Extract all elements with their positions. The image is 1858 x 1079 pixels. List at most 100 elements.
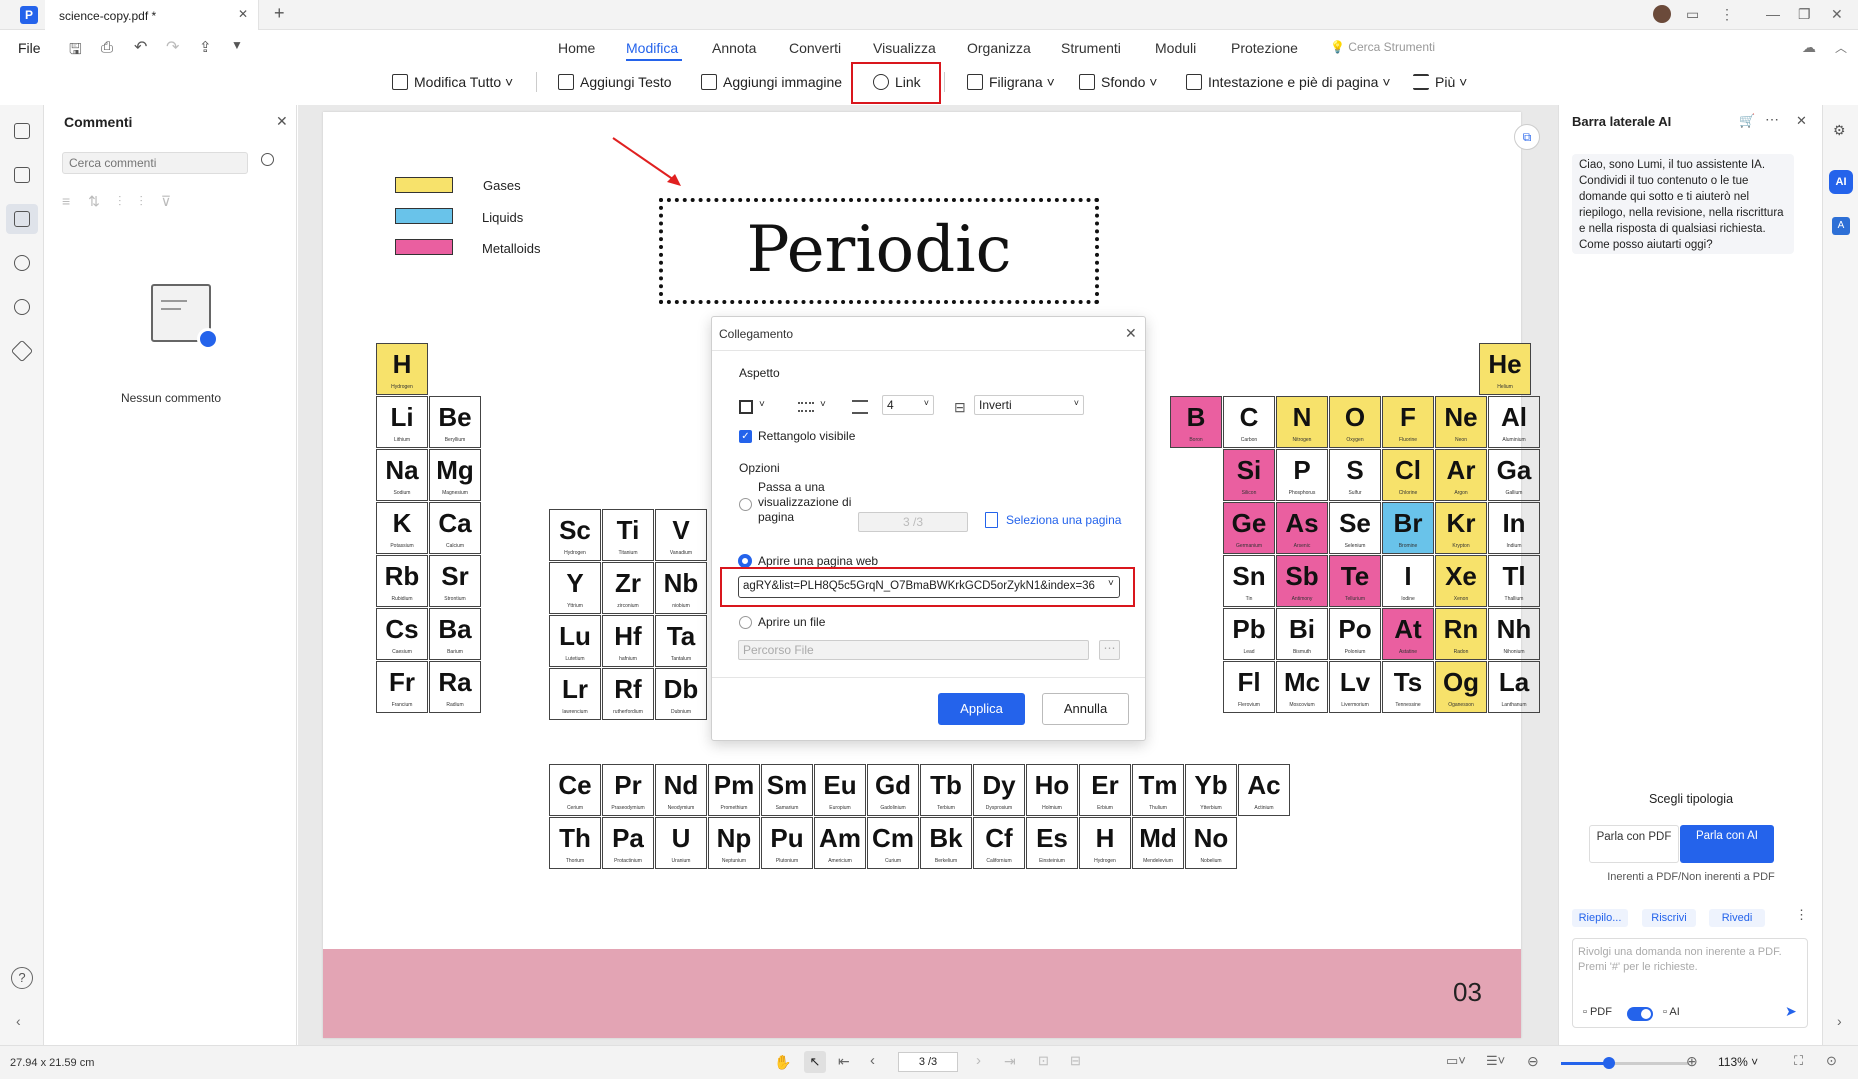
pdf-ai-toggle[interactable]: [1627, 1007, 1653, 1021]
zoom-out-icon[interactable]: ⊖: [1527, 1053, 1539, 1070]
prev-page-icon[interactable]: ‹: [870, 1052, 875, 1069]
cancel-button[interactable]: Annulla: [1042, 693, 1129, 725]
close-panel-icon[interactable]: ✕: [276, 113, 288, 130]
open-web-radio[interactable]: [738, 554, 752, 568]
select-page-link[interactable]: Seleziona una pagina: [1006, 513, 1121, 527]
close-tab-icon[interactable]: ✕: [238, 7, 248, 21]
print-icon[interactable]: ⎙: [101, 39, 113, 56]
tab-visualizza[interactable]: Visualizza: [873, 40, 936, 56]
comment-filter-icons[interactable]: ≡⇅⫶⫶⊽: [62, 193, 189, 210]
review-chip[interactable]: Rivedi: [1709, 909, 1765, 927]
restore-icon[interactable]: ❐: [1798, 6, 1811, 23]
search-icon[interactable]: [14, 299, 30, 315]
rewrite-chip[interactable]: Riscrivi: [1642, 909, 1696, 927]
line-style-picker[interactable]: ˅: [798, 399, 832, 417]
minimize-icon[interactable]: —: [1766, 6, 1780, 22]
zoom-in-icon[interactable]: ⊕: [1686, 1053, 1698, 1070]
search-tools[interactable]: 💡 Cerca Strumenti: [1330, 40, 1435, 54]
cart-icon[interactable]: 🛒: [1739, 113, 1755, 129]
attachment-icon[interactable]: [14, 255, 30, 271]
last-page-icon[interactable]: ⇥: [1004, 1053, 1016, 1070]
add-text-button[interactable]: Aggiungi Testo: [558, 73, 672, 91]
avatar[interactable]: [1653, 5, 1671, 23]
first-page-icon[interactable]: ⇤: [838, 1053, 850, 1070]
tab-home[interactable]: Home: [558, 40, 595, 56]
page-number-field[interactable]: 3 /3: [858, 512, 968, 532]
next-page-icon[interactable]: ›: [976, 1052, 981, 1069]
browse-button[interactable]: ⋯: [1099, 640, 1120, 660]
ai-translate-icon[interactable]: A: [1832, 217, 1850, 235]
thickness-select[interactable]: 4 ˅: [882, 395, 934, 415]
share-icon[interactable]: ⇪: [199, 38, 212, 56]
highlight-select[interactable]: Inverti ˅: [974, 395, 1084, 415]
page-number-input[interactable]: 3 /3: [898, 1052, 958, 1072]
watermark-button[interactable]: Filigrana ˅: [967, 73, 1055, 91]
zoom-slider[interactable]: [1561, 1057, 1689, 1069]
tab-strumenti[interactable]: Strumenti: [1061, 40, 1121, 56]
more-vertical-icon[interactable]: ⋮: [1720, 6, 1734, 23]
goto-page-radio[interactable]: [739, 498, 752, 511]
element-symbol: He: [1488, 349, 1522, 379]
tab-modifica[interactable]: Modifica: [626, 40, 678, 56]
undo-icon[interactable]: ↶: [134, 37, 147, 57]
hand-tool-icon[interactable]: ✋: [774, 1054, 791, 1071]
comments-search-input[interactable]: [62, 152, 248, 174]
close-ai-icon[interactable]: ✕: [1796, 113, 1807, 129]
talk-pdf-button[interactable]: Parla con PDF: [1589, 825, 1679, 863]
zoom-slider-handle[interactable]: [1603, 1057, 1615, 1069]
add-image-button[interactable]: Aggiungi immagine: [701, 73, 842, 91]
collapse-left-icon[interactable]: ‹: [16, 1013, 21, 1029]
settings-sliders-icon[interactable]: ⚙: [1833, 122, 1846, 139]
header-footer-button[interactable]: Intestazione e piè di pagina ˅: [1186, 73, 1391, 91]
page-layout-icon[interactable]: ▭˅: [1446, 1053, 1466, 1069]
ai-assistant-icon[interactable]: AI: [1829, 170, 1853, 194]
more-horizontal-icon[interactable]: ⋯: [1765, 111, 1779, 128]
fullscreen-icon[interactable]: ⛶: [1794, 1053, 1803, 1069]
file-menu[interactable]: File: [18, 40, 41, 56]
summarize-chip[interactable]: Riepilo...: [1572, 909, 1628, 927]
cloud-upload-icon[interactable]: ☁: [1802, 39, 1816, 56]
comment-icon[interactable]: [14, 211, 30, 227]
element-cell-nb: Nb niobium: [655, 562, 707, 614]
document-tab[interactable]: science-copy.pdf * ✕: [45, 0, 259, 30]
bookmark-icon[interactable]: [14, 167, 30, 183]
tab-organizza[interactable]: Organizza: [967, 40, 1031, 56]
ai-input-box[interactable]: Rivolgi una domanda non inerente a PDF. …: [1572, 938, 1808, 1028]
tab-protezione[interactable]: Protezione: [1231, 40, 1298, 56]
rotate-icon[interactable]: ⊟: [1070, 1053, 1081, 1069]
dialog-close-icon[interactable]: ✕: [1125, 325, 1137, 342]
visible-rect-checkbox[interactable]: ✓: [739, 430, 752, 443]
element-name: Calcium: [445, 543, 465, 549]
page-thumbnail-icon[interactable]: [14, 123, 30, 139]
save-icon[interactable]: 🖫: [69, 39, 82, 64]
open-file-radio[interactable]: [739, 616, 752, 629]
tab-annota[interactable]: Annota: [712, 40, 756, 56]
chat-icon[interactable]: ▭: [1686, 6, 1699, 23]
border-color-picker[interactable]: ˅: [739, 399, 771, 417]
search-icon[interactable]: [261, 153, 274, 166]
new-tab-button[interactable]: +: [274, 3, 285, 24]
send-icon[interactable]: ➤: [1785, 1003, 1797, 1020]
tab-converti[interactable]: Converti: [789, 40, 841, 56]
scroll-mode-icon[interactable]: ☰˅: [1486, 1053, 1505, 1069]
collapse-ribbon-icon[interactable]: ︿: [1835, 39, 1847, 56]
zoom-select[interactable]: 113% ˅: [1718, 1052, 1776, 1072]
layers-icon[interactable]: [10, 339, 34, 363]
background-button[interactable]: Sfondo ˅: [1079, 73, 1157, 91]
edit-all-button[interactable]: Modifica Tutto ˅: [392, 73, 513, 91]
apply-button[interactable]: Applica: [938, 693, 1025, 725]
translate-icon[interactable]: ⧉: [1514, 124, 1540, 150]
read-mode-icon[interactable]: ⊙: [1826, 1053, 1837, 1069]
fit-page-icon[interactable]: ⊡: [1038, 1053, 1049, 1069]
chips-more-icon[interactable]: ⋮: [1795, 907, 1808, 923]
select-tool-icon[interactable]: ↖: [804, 1051, 826, 1073]
talk-ai-button[interactable]: Parla con AI: [1680, 825, 1774, 863]
customize-icon[interactable]: ▼: [231, 38, 243, 52]
tab-moduli[interactable]: Moduli: [1155, 40, 1196, 56]
file-path-input[interactable]: Percorso File: [738, 640, 1089, 660]
redo-icon[interactable]: ↷: [166, 37, 179, 57]
close-window-icon[interactable]: ✕: [1831, 6, 1843, 23]
help-icon[interactable]: ?: [11, 967, 33, 989]
more-button[interactable]: Più ˅: [1413, 73, 1467, 91]
collapse-right-icon[interactable]: ›: [1837, 1013, 1842, 1029]
